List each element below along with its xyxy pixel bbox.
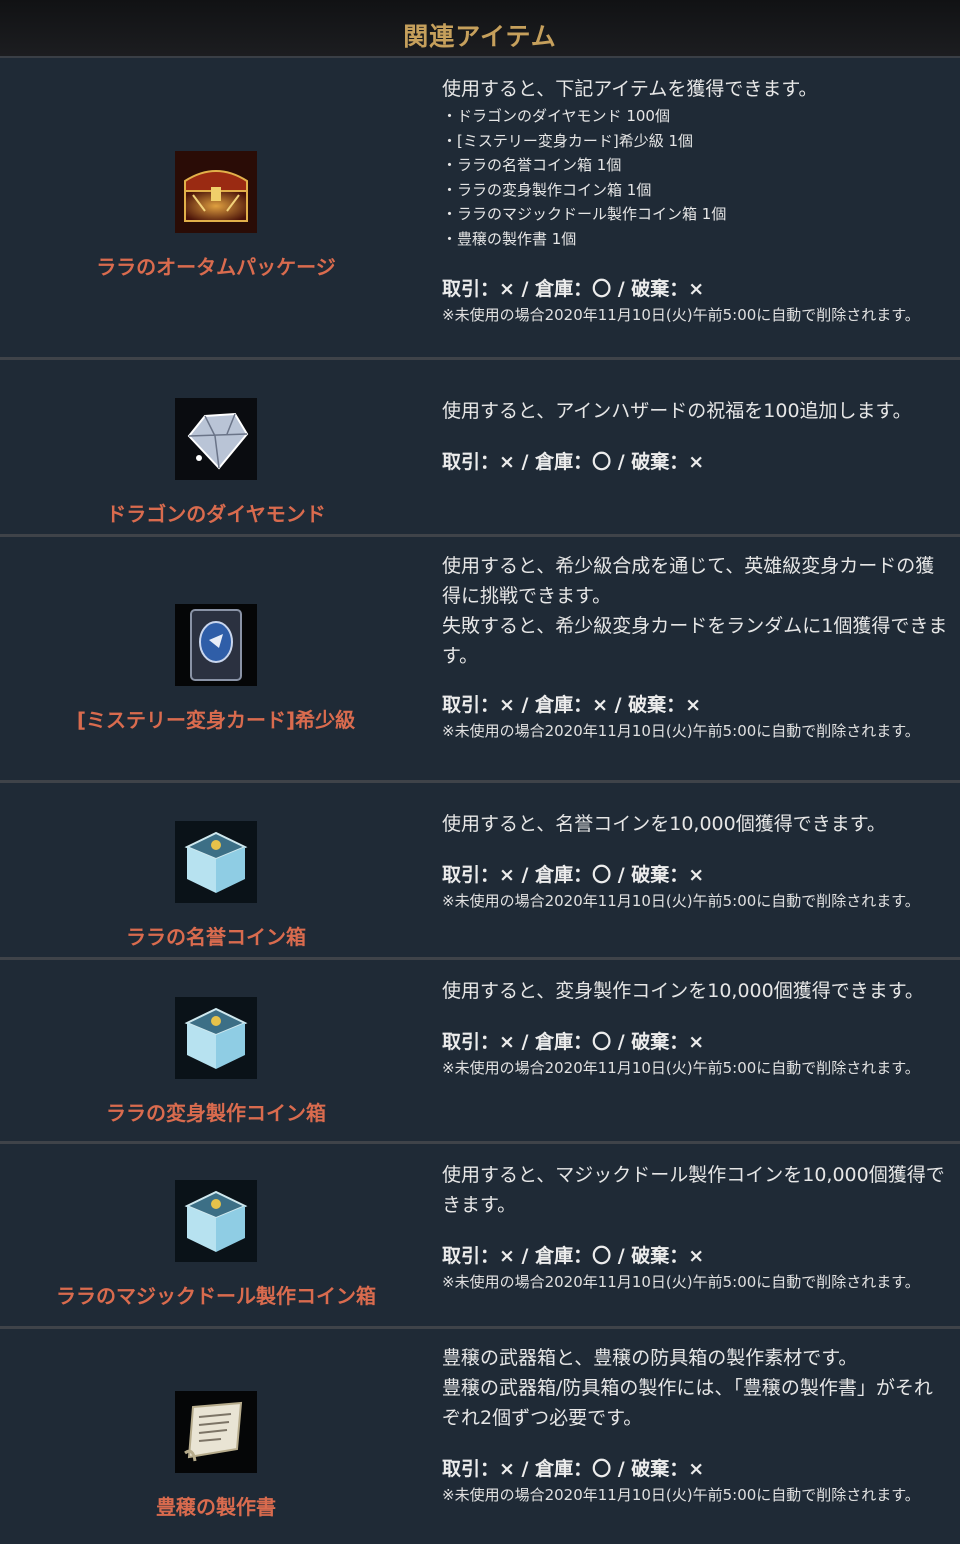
- item-details: 使用すると、下記アイテムを獲得できます。 ・ドラゴンのダイヤモンド 100個 ・…: [432, 58, 960, 357]
- item-identity: ララのオータムパッケージ: [0, 58, 432, 357]
- item-description: 使用すると、希少級合成を通じて、英雄級変身カードの獲得に挑戦できます。: [442, 555, 935, 607]
- item-details: 使用すると、アインハザードの祝福を100追加します。 取引：× / 倉庫：〇 /…: [432, 360, 960, 534]
- contents-item: ・ララのマジックドール製作コイン箱 1個: [442, 205, 727, 223]
- trade-status: 取引：× / 倉庫：〇 / 破棄：×: [442, 1245, 705, 1267]
- expiry-note: ※未使用の場合2020年11月10日(火)午前5:00に自動で削除されます。: [442, 306, 920, 324]
- coin-box-icon: [175, 1179, 257, 1262]
- item-identity: ララの変身製作コイン箱: [0, 960, 432, 1141]
- trade-status: 取引：× / 倉庫：〇 / 破棄：×: [442, 1031, 705, 1053]
- item-details: 使用すると、マジックドール製作コインを10,000個獲得できます。 取引：× /…: [432, 1144, 960, 1326]
- item-details: 使用すると、希少級合成を通じて、英雄級変身カードの獲得に挑戦できます。 失敗する…: [432, 537, 960, 780]
- trade-status: 取引：× / 倉庫：〇 / 破棄：×: [442, 451, 705, 473]
- item-details: 豊穣の武器箱と、豊穣の防具箱の製作素材です。 豊穣の武器箱/防具箱の製作には、「…: [432, 1329, 960, 1544]
- trade-status: 取引：× / 倉庫：〇 / 破棄：×: [442, 864, 705, 886]
- item-name: ドラゴンのダイヤモンド: [106, 501, 326, 526]
- item-details: 使用すると、名誉コインを10,000個獲得できます。 取引：× / 倉庫：〇 /…: [432, 783, 960, 957]
- item-name: ララのオータムパッケージ: [96, 255, 336, 279]
- trade-status: 取引：× / 倉庫：× / 破棄：×: [442, 694, 702, 716]
- contents-item: ・[ミステリー変身カード]希少級 1個: [442, 131, 694, 150]
- expiry-note: ※未使用の場合2020年11月10日(火)午前5:00に自動で削除されます。: [442, 1059, 920, 1077]
- item-identity: 豊穣の製作書: [0, 1329, 432, 1544]
- trade-status: 取引：× / 倉庫：〇 / 破棄：×: [442, 278, 705, 300]
- coin-box-icon: [175, 997, 257, 1079]
- item-description: 使用すると、変身製作コインを10,000個獲得できます。: [442, 980, 924, 1002]
- item-identity: [ミステリー変身カード]希少級: [0, 537, 432, 780]
- item-row: ララの変身製作コイン箱 使用すると、変身製作コインを10,000個獲得できます。…: [0, 960, 960, 1144]
- item-name: ララの変身製作コイン箱: [106, 1101, 326, 1125]
- expiry-note: ※未使用の場合2020年11月10日(火)午前5:00に自動で削除されます。: [442, 1486, 920, 1504]
- item-row: ララのオータムパッケージ 使用すると、下記アイテムを獲得できます。 ・ドラゴンの…: [0, 58, 960, 360]
- diamond-icon: [175, 397, 257, 480]
- contents-item: ・ララの変身製作コイン箱 1個: [442, 180, 652, 199]
- item-identity: ドラゴンのダイヤモンド: [0, 360, 432, 534]
- section-title: 関連アイテム: [403, 22, 557, 51]
- item-row: 豊穣の製作書 豊穣の武器箱と、豊穣の防具箱の製作素材です。 豊穣の武器箱/防具箱…: [0, 1329, 960, 1544]
- item-description: 使用すると、名誉コインを10,000個獲得できます。: [442, 813, 886, 835]
- item-description: 豊穣の武器箱と、豊穣の防具箱の製作素材です。: [442, 1347, 858, 1369]
- item-details: 使用すると、変身製作コインを10,000個獲得できます。 取引：× / 倉庫：〇…: [432, 960, 960, 1141]
- expiry-note: ※未使用の場合2020年11月10日(火)午前5:00に自動で削除されます。: [442, 722, 920, 740]
- item-name: [ミステリー変身カード]希少級: [76, 708, 356, 732]
- item-row: [ミステリー変身カード]希少級 使用すると、希少級合成を通じて、英雄級変身カード…: [0, 537, 960, 783]
- section-header: 関連アイテム: [0, 0, 960, 58]
- contents-item: ・ララの名誉コイン箱 1個: [442, 156, 622, 174]
- item-description: 使用すると、アインハザードの祝福を100追加します。: [442, 400, 912, 422]
- item-description: 使用すると、下記アイテムを獲得できます。: [442, 78, 818, 100]
- trade-status: 取引：× / 倉庫：〇 / 破棄：×: [442, 1458, 705, 1480]
- treasure-chest-icon: [175, 151, 257, 233]
- item-description: 使用すると、マジックドール製作コインを10,000個獲得できます。: [442, 1164, 945, 1216]
- coin-box-icon: [175, 820, 257, 903]
- item-name: 豊穣の製作書: [156, 1495, 276, 1519]
- item-identity: ララのマジックドール製作コイン箱: [0, 1144, 432, 1326]
- item-description: 失敗すると、希少級変身カードをランダムに1個獲得できます。: [442, 615, 948, 667]
- item-row: ララの名誉コイン箱 使用すると、名誉コインを10,000個獲得できます。 取引：…: [0, 783, 960, 960]
- contents-item: ・豊穣の製作書 1個: [442, 229, 577, 248]
- expiry-note: ※未使用の場合2020年11月10日(火)午前5:00に自動で削除されます。: [442, 892, 920, 910]
- item-name: ララのマジックドール製作コイン箱: [56, 1283, 376, 1308]
- expiry-note: ※未使用の場合2020年11月10日(火)午前5:00に自動で削除されます。: [442, 1273, 920, 1291]
- mystery-card-icon: [175, 604, 257, 686]
- item-description: 豊穣の武器箱/防具箱の製作には、「豊穣の製作書」がそれぞれ2個ずつ必要です。: [442, 1377, 933, 1429]
- item-identity: ララの名誉コイン箱: [0, 783, 432, 957]
- item-row: ドラゴンのダイヤモンド 使用すると、アインハザードの祝福を100追加します。 取…: [0, 360, 960, 537]
- contents-item: ・ドラゴンのダイヤモンド 100個: [442, 107, 670, 125]
- scroll-icon: [175, 1391, 257, 1473]
- item-row: ララのマジックドール製作コイン箱 使用すると、マジックドール製作コインを10,0…: [0, 1144, 960, 1329]
- item-name: ララの名誉コイン箱: [126, 924, 306, 949]
